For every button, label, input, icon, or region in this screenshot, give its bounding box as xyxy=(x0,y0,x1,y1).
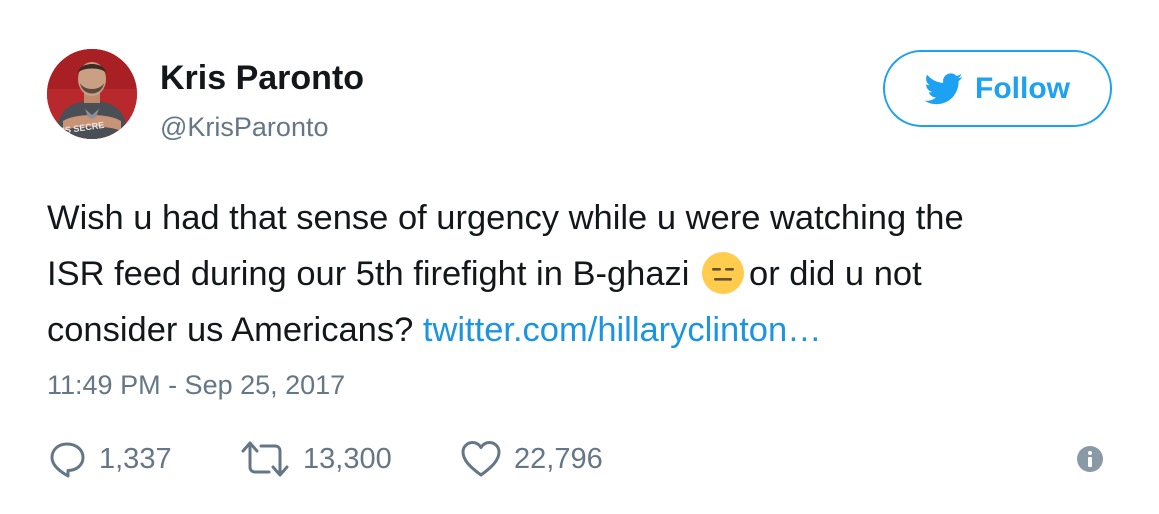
reply-icon xyxy=(50,442,85,478)
like-count: 22,796 xyxy=(514,443,603,475)
retweet-count: 13,300 xyxy=(303,443,392,475)
heart-icon xyxy=(461,441,501,477)
profile-photo-icon: ERS SECRE xyxy=(47,49,137,139)
tweet-text-segment: consider us Americans? xyxy=(47,311,414,349)
display-name[interactable]: Kris Paronto xyxy=(160,58,364,98)
follow-button-label: Follow xyxy=(975,71,1070,105)
user-handle[interactable]: @KrisParonto xyxy=(160,110,328,144)
follow-button[interactable]: Follow xyxy=(883,50,1112,127)
info-icon[interactable] xyxy=(1075,444,1105,474)
twitter-bird-icon xyxy=(925,72,963,104)
tweet-text-segment: or did u not xyxy=(749,255,922,293)
tweet-text-line-3: consider us Americans? twitter.com/hilla… xyxy=(47,302,1132,358)
tweet-text-line-2: ISR feed during our 5th firefight in B-g… xyxy=(47,246,1132,302)
tweet-text-segment: ISR feed during our 5th firefight in B-g… xyxy=(47,255,690,293)
tweet-text-line-1: Wish u had that sense of urgency while u… xyxy=(47,199,964,237)
reply-count: 1,337 xyxy=(99,443,172,475)
like-button[interactable]: 22,796 xyxy=(460,437,603,481)
timestamp[interactable]: 11:49 PM - Sep 25, 2017 xyxy=(47,368,345,402)
retweet-icon xyxy=(241,441,289,477)
expressionless-face-icon xyxy=(702,252,745,294)
tweet-link[interactable]: twitter.com/hillaryclinton… xyxy=(423,311,822,349)
retweet-button[interactable]: 13,300 xyxy=(239,437,392,481)
reply-button[interactable]: 1,337 xyxy=(47,437,172,481)
avatar[interactable]: ERS SECRE xyxy=(47,49,137,139)
tweet-card: ERS SECRE Kris Paronto @KrisParonto Foll… xyxy=(0,0,1159,514)
action-bar: 1,337 13,300 22,796 xyxy=(47,437,1117,481)
tweet-text: Wish u had that sense of urgency while u… xyxy=(47,190,1132,358)
